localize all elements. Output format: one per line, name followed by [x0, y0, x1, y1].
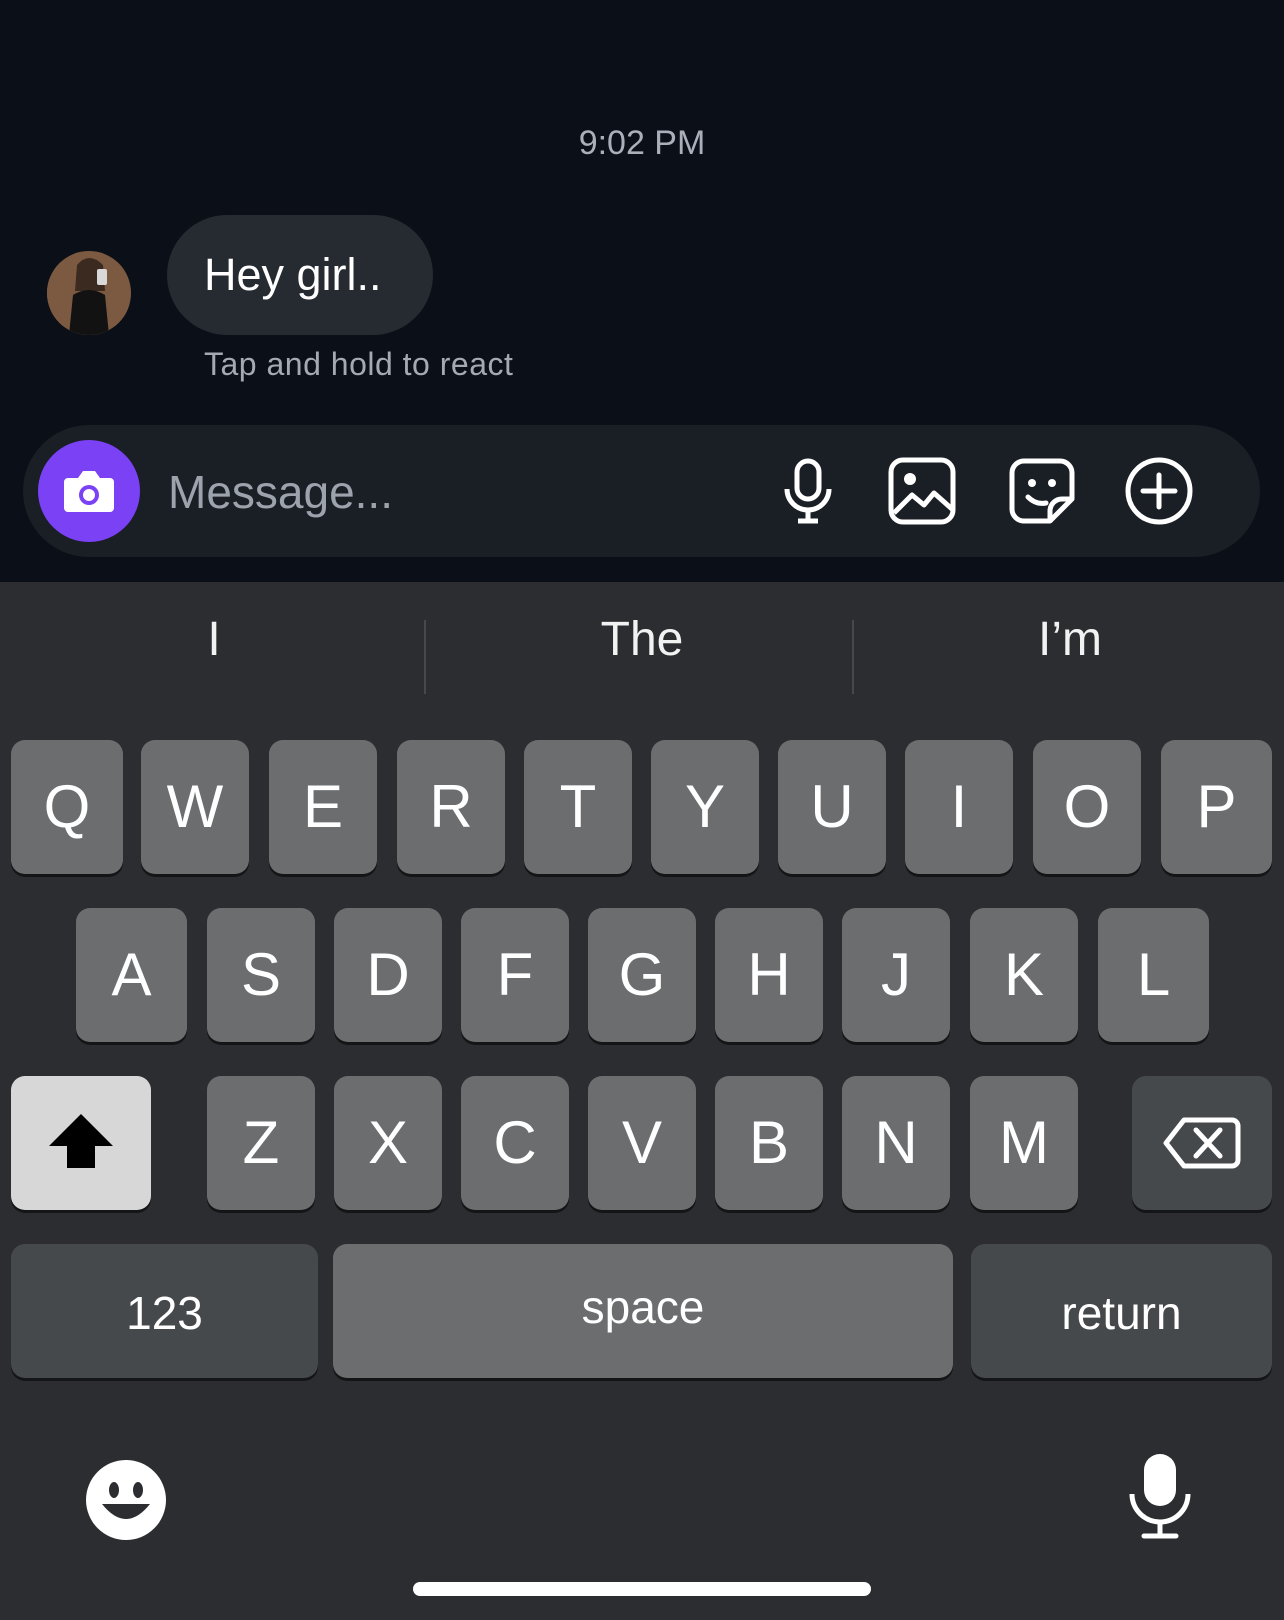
message-timestamp: 9:02 PM — [578, 124, 706, 162]
emoji-button[interactable] — [84, 1458, 168, 1542]
key-label: Z — [242, 1109, 280, 1176]
key-label: R — [429, 773, 473, 840]
key-d[interactable]: D — [334, 908, 442, 1042]
key-label: C — [493, 1109, 537, 1176]
key-label: A — [111, 941, 152, 1008]
home-indicator[interactable] — [413, 1582, 871, 1596]
key-label: W — [166, 773, 224, 840]
dictation-icon — [1129, 1454, 1191, 1539]
return-key[interactable]: return — [971, 1244, 1272, 1378]
key-label: E — [302, 773, 344, 840]
key-label: I — [950, 773, 968, 840]
dictation-button[interactable] — [1124, 1450, 1196, 1542]
shift-icon — [49, 1114, 113, 1168]
backspace-icon — [1163, 1117, 1241, 1169]
key-v[interactable]: V — [588, 1076, 696, 1210]
key-p[interactable]: P — [1161, 740, 1272, 874]
backspace-key[interactable] — [1132, 1076, 1272, 1210]
shift-key[interactable] — [11, 1076, 151, 1210]
key-t[interactable]: T — [524, 740, 632, 874]
partial-header — [600, 0, 700, 2]
key-label: V — [621, 1109, 663, 1176]
key-i[interactable]: I — [905, 740, 1013, 874]
key-k[interactable]: K — [970, 908, 1078, 1042]
key-label: N — [874, 1109, 918, 1176]
key-label: H — [747, 941, 791, 1008]
key-label: return — [1061, 1287, 1182, 1339]
keyboard: I The I’m Q W E R T Y U I O P A S D F G … — [0, 582, 1284, 1620]
key-label: F — [496, 941, 534, 1008]
key-label: D — [366, 941, 410, 1008]
contact-avatar[interactable] — [47, 251, 131, 335]
key-m[interactable]: M — [970, 1076, 1078, 1210]
space-key[interactable]: space — [333, 1244, 953, 1378]
sticker-icon — [1009, 458, 1075, 524]
key-r[interactable]: R — [397, 740, 505, 874]
avatar-photo — [47, 251, 131, 335]
key-z[interactable]: Z — [207, 1076, 315, 1210]
key-label: G — [618, 941, 666, 1008]
message-bubble[interactable]: Hey girl.. — [167, 215, 433, 335]
key-l[interactable]: L — [1098, 908, 1209, 1042]
message-text: Hey girl.. — [204, 249, 382, 300]
emoji-icon — [86, 1460, 166, 1540]
gallery-icon — [888, 457, 956, 525]
key-label: P — [1196, 773, 1237, 840]
microphone-icon — [784, 458, 832, 524]
key-c[interactable]: C — [461, 1076, 569, 1210]
message-input[interactable]: Message... — [168, 465, 393, 519]
key-g[interactable]: G — [588, 908, 696, 1042]
suggestion-divider — [852, 620, 854, 694]
suggestion-2[interactable]: The — [428, 612, 856, 667]
key-label: Q — [43, 773, 91, 840]
react-hint: Tap and hold to react — [204, 346, 514, 382]
key-label: 123 — [126, 1287, 203, 1339]
voice-message-button[interactable] — [772, 455, 844, 527]
gallery-button[interactable] — [886, 455, 958, 527]
key-label: Y — [684, 773, 726, 840]
key-e[interactable]: E — [269, 740, 377, 874]
key-label: K — [1003, 941, 1045, 1008]
key-j[interactable]: J — [842, 908, 950, 1042]
numbers-key[interactable]: 123 — [11, 1244, 318, 1378]
key-a[interactable]: A — [76, 908, 187, 1042]
key-label: B — [748, 1109, 790, 1176]
key-label: M — [999, 1109, 1049, 1176]
key-f[interactable]: F — [461, 908, 569, 1042]
key-s[interactable]: S — [207, 908, 315, 1042]
key-label: T — [559, 773, 597, 840]
camera-icon — [64, 471, 114, 512]
message-composer: Message... — [23, 425, 1260, 557]
key-q[interactable]: Q — [11, 740, 123, 874]
key-label: O — [1063, 773, 1111, 840]
camera-button[interactable] — [38, 440, 140, 542]
key-label: L — [1136, 941, 1171, 1008]
suggestion-3[interactable]: I’m — [856, 612, 1284, 667]
key-h[interactable]: H — [715, 908, 823, 1042]
key-b[interactable]: B — [715, 1076, 823, 1210]
key-label: U — [810, 773, 854, 840]
key-y[interactable]: Y — [651, 740, 759, 874]
key-u[interactable]: U — [778, 740, 886, 874]
key-o[interactable]: O — [1033, 740, 1141, 874]
sticker-button[interactable] — [1006, 455, 1078, 527]
key-label: J — [881, 941, 911, 1008]
suggestion-divider — [424, 620, 426, 694]
key-n[interactable]: N — [842, 1076, 950, 1210]
suggestion-bar: I The I’m — [0, 582, 1284, 710]
key-w[interactable]: W — [141, 740, 249, 874]
key-label: S — [240, 941, 282, 1008]
key-label: space — [581, 1281, 705, 1333]
add-button[interactable] — [1123, 455, 1195, 527]
key-label: X — [367, 1109, 409, 1176]
key-x[interactable]: X — [334, 1076, 442, 1210]
suggestion-1[interactable]: I — [0, 612, 428, 667]
chat-area: 9:02 PM Hey girl.. Tap and hold to react… — [0, 0, 1284, 582]
add-icon — [1125, 457, 1193, 525]
